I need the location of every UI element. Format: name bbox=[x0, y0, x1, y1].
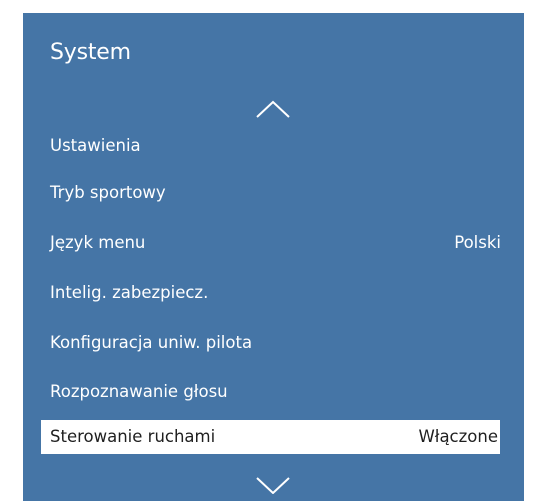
menu-item-value: Włączone bbox=[418, 427, 498, 446]
menu-item-jezyk-menu[interactable]: Język menu Polski bbox=[23, 226, 524, 260]
menu-title: System bbox=[50, 40, 131, 65]
menu-item-intelig-zabezpiecz[interactable]: Intelig. zabezpiecz. bbox=[23, 276, 524, 310]
chevron-up-icon[interactable] bbox=[256, 100, 290, 118]
menu-item-label: Rozpoznawanie głosu bbox=[50, 382, 228, 401]
menu-item-sterowanie-ruchami[interactable]: Sterowanie ruchami Włączone bbox=[41, 420, 500, 454]
menu-item-konfiguracja-pilota[interactable]: Konfiguracja uniw. pilota bbox=[23, 326, 524, 360]
menu-item-tryb-sportowy[interactable]: Tryb sportowy bbox=[23, 176, 524, 210]
menu-item-value: Polski bbox=[454, 233, 501, 252]
menu-item-label: Konfiguracja uniw. pilota bbox=[50, 333, 253, 352]
menu-item-label: Intelig. zabezpiecz. bbox=[50, 283, 209, 302]
menu-item-label: Ustawienia bbox=[50, 136, 141, 155]
menu-item-label: Sterowanie ruchami bbox=[50, 427, 216, 446]
menu-item-label: Tryb sportowy bbox=[50, 183, 166, 202]
menu-item-label: Język menu bbox=[50, 233, 146, 252]
menu-item-rozpoznawanie-glosu[interactable]: Rozpoznawanie głosu bbox=[23, 375, 524, 409]
system-menu-panel: System Ustawienia Tryb sportowy Język me… bbox=[23, 13, 524, 501]
chevron-down-icon[interactable] bbox=[256, 476, 290, 494]
menu-item-ustawienia[interactable]: Ustawienia bbox=[23, 129, 524, 163]
